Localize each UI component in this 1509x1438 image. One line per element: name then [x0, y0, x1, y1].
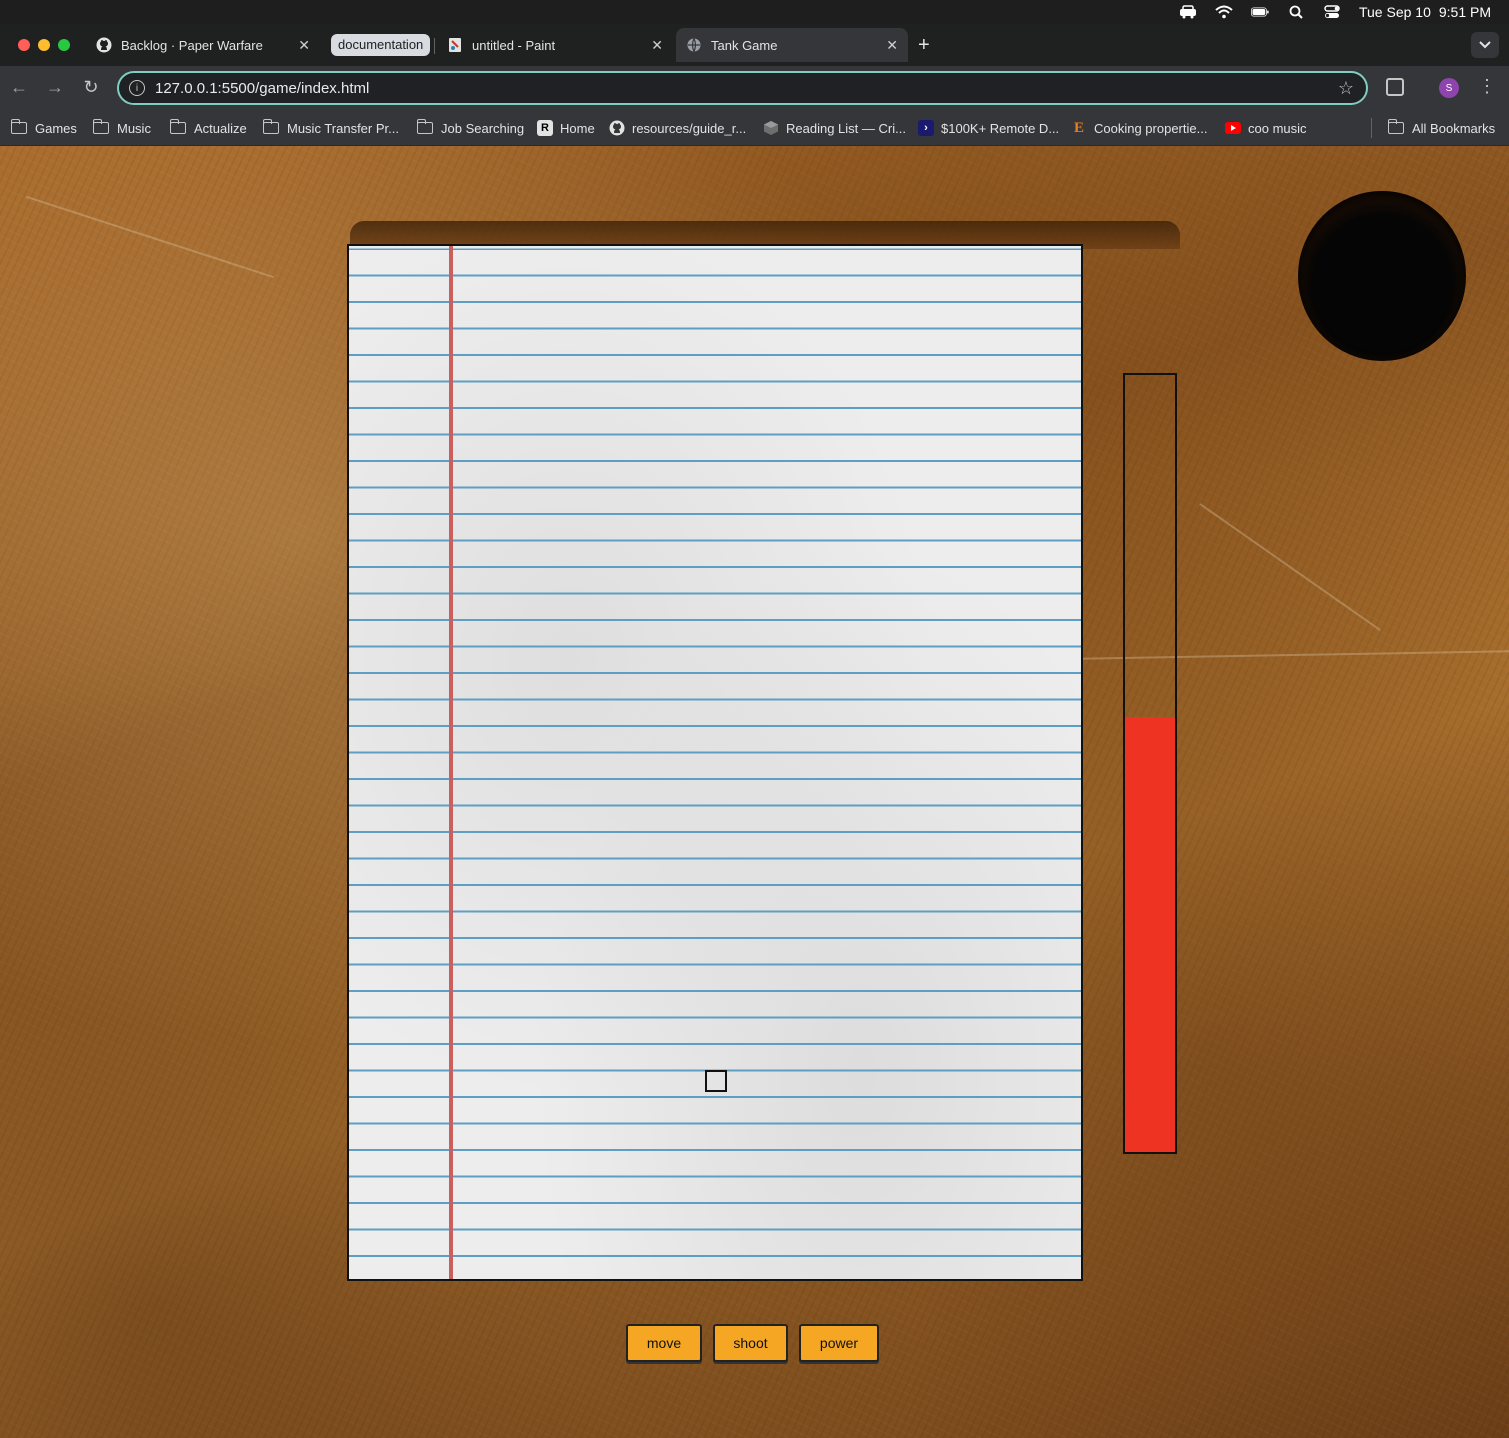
browser-menu-icon[interactable]: ⋮: [1478, 76, 1496, 97]
bookmark-label: Home: [560, 120, 595, 136]
bookmark-games[interactable]: Games: [11, 118, 77, 138]
bookmark-cooking[interactable]: E Cooking propertie...: [1071, 118, 1207, 138]
reload-icon[interactable]: ↻: [80, 76, 102, 98]
tab-group-documentation[interactable]: documentation: [331, 34, 431, 56]
shoot-button[interactable]: shoot: [713, 1324, 788, 1362]
folder-icon: [263, 119, 279, 134]
bookmark-label: $100K+ Remote D...: [941, 120, 1060, 136]
folder-icon: [93, 119, 109, 134]
github-icon: [96, 37, 112, 53]
game-canvas-paper[interactable]: [347, 244, 1083, 1281]
r-logo-icon: R: [537, 120, 553, 136]
tab-search-chevron-icon[interactable]: [1471, 32, 1499, 58]
bookmark-star-icon[interactable]: ☆: [1338, 78, 1354, 99]
bookmark-reading-list[interactable]: Reading List — Cri...: [763, 118, 906, 138]
globe-icon: [686, 37, 702, 53]
tab-close-icon[interactable]: ✕: [651, 37, 663, 54]
github-icon: [609, 120, 625, 136]
desk-hole: [1298, 191, 1466, 361]
spotlight-search-icon[interactable]: [1287, 5, 1305, 19]
power-meter: [1123, 373, 1177, 1154]
tab-backlog[interactable]: Backlog · Paper Warfare ✕: [86, 28, 320, 62]
profile-avatar[interactable]: S: [1439, 78, 1459, 98]
page-viewport: move shoot power: [0, 146, 1509, 1438]
bookmark-label: All Bookmarks: [1412, 120, 1496, 136]
folder-icon: [417, 119, 433, 134]
control-center-icon[interactable]: [1323, 5, 1341, 19]
bookmark-label: Music Transfer Pr...: [287, 120, 399, 136]
folder-icon: [11, 119, 27, 134]
menubar-date: Tue Sep 10: [1358, 4, 1431, 20]
tab-strip: Backlog · Paper Warfare ✕ documentation …: [0, 24, 1509, 66]
address-url[interactable]: 127.0.0.1:5500/game/index.html: [155, 80, 369, 97]
tab-title: Backlog · Paper Warfare: [121, 37, 263, 53]
bookmark-home[interactable]: R Home: [537, 118, 595, 138]
bookmark-label: Actualize: [194, 120, 247, 136]
battery-icon[interactable]: [1250, 5, 1269, 19]
back-arrow-icon[interactable]: ←: [8, 76, 30, 98]
forward-arrow-icon[interactable]: →: [44, 76, 66, 98]
folder-icon: [1388, 119, 1404, 134]
bookmark-label: Job Searching: [441, 120, 525, 136]
bookmark-job-searching[interactable]: Job Searching: [417, 118, 524, 138]
bookmark-label: resources/guide_r...: [632, 120, 747, 136]
desk-scratch: [1199, 503, 1381, 631]
bookmark-resources-guide[interactable]: resources/guide_r...: [609, 118, 746, 138]
browser-toolbar: ← → ↻ i 127.0.0.1:5500/game/index.html ☆…: [0, 66, 1509, 110]
menubar-time: 9:51 PM: [1438, 4, 1491, 20]
wifi-icon[interactable]: [1215, 5, 1233, 19]
new-tab-button[interactable]: +: [918, 34, 930, 57]
extensions-icon[interactable]: [1386, 78, 1404, 96]
bookmark-music[interactable]: Music: [93, 118, 151, 138]
tab-paint[interactable]: untitled - Paint ✕: [437, 28, 673, 62]
tab-tank-game[interactable]: Tank Game ✕: [676, 28, 908, 62]
tab-close-icon[interactable]: ✕: [886, 37, 898, 54]
bookmark-label: Reading List — Cri...: [786, 120, 906, 136]
power-button[interactable]: power: [799, 1324, 879, 1362]
bookmark-label: Music: [117, 120, 151, 136]
player-tank[interactable]: [705, 1070, 727, 1092]
paint-icon: [447, 37, 463, 53]
tab-title: Tank Game: [711, 37, 778, 53]
menubar-clock[interactable]: Tue Sep 10 9:51 PM: [1359, 4, 1491, 20]
power-meter-fill: [1125, 716, 1175, 1152]
e-logo-icon: E: [1073, 119, 1084, 136]
move-button[interactable]: move: [626, 1324, 702, 1362]
arrow-logo-icon: ›: [918, 120, 934, 136]
bookmark-music-transfer[interactable]: Music Transfer Pr...: [263, 118, 399, 138]
tab-title: untitled - Paint: [472, 37, 556, 53]
address-bar[interactable]: i 127.0.0.1:5500/game/index.html ☆: [117, 71, 1368, 105]
youtube-icon: [1225, 120, 1241, 136]
bookmark-coo-music[interactable]: coo music: [1225, 118, 1307, 138]
window-minimize-button[interactable]: [38, 39, 50, 51]
folder-icon: [170, 119, 186, 134]
bookmark-all-bookmarks[interactable]: All Bookmarks: [1388, 118, 1495, 138]
bookmark-label: coo music: [1248, 120, 1307, 136]
desk-scratch: [26, 195, 274, 279]
macos-menubar: Tue Sep 10 9:51 PM: [0, 0, 1509, 24]
window-controls: [18, 39, 70, 51]
bookmark-actualize[interactable]: Actualize: [170, 118, 247, 138]
bookmarks-bar: Games Music Actualize Music Transfer Pr.…: [0, 110, 1509, 146]
tab-divider: [434, 38, 435, 54]
bookmark-remote-jobs[interactable]: › $100K+ Remote D...: [918, 118, 1059, 138]
tab-close-icon[interactable]: ✕: [298, 37, 310, 54]
site-info-icon[interactable]: i: [129, 80, 145, 96]
car-icon[interactable]: [1179, 5, 1197, 19]
bookmark-label: Games: [35, 120, 77, 136]
bookmarks-divider: [1371, 118, 1372, 138]
game-controls: move shoot power: [626, 1324, 879, 1362]
bookmark-label: Cooking propertie...: [1094, 120, 1208, 136]
window-maximize-button[interactable]: [58, 39, 70, 51]
cube-icon: [763, 120, 779, 136]
window-close-button[interactable]: [18, 39, 30, 51]
